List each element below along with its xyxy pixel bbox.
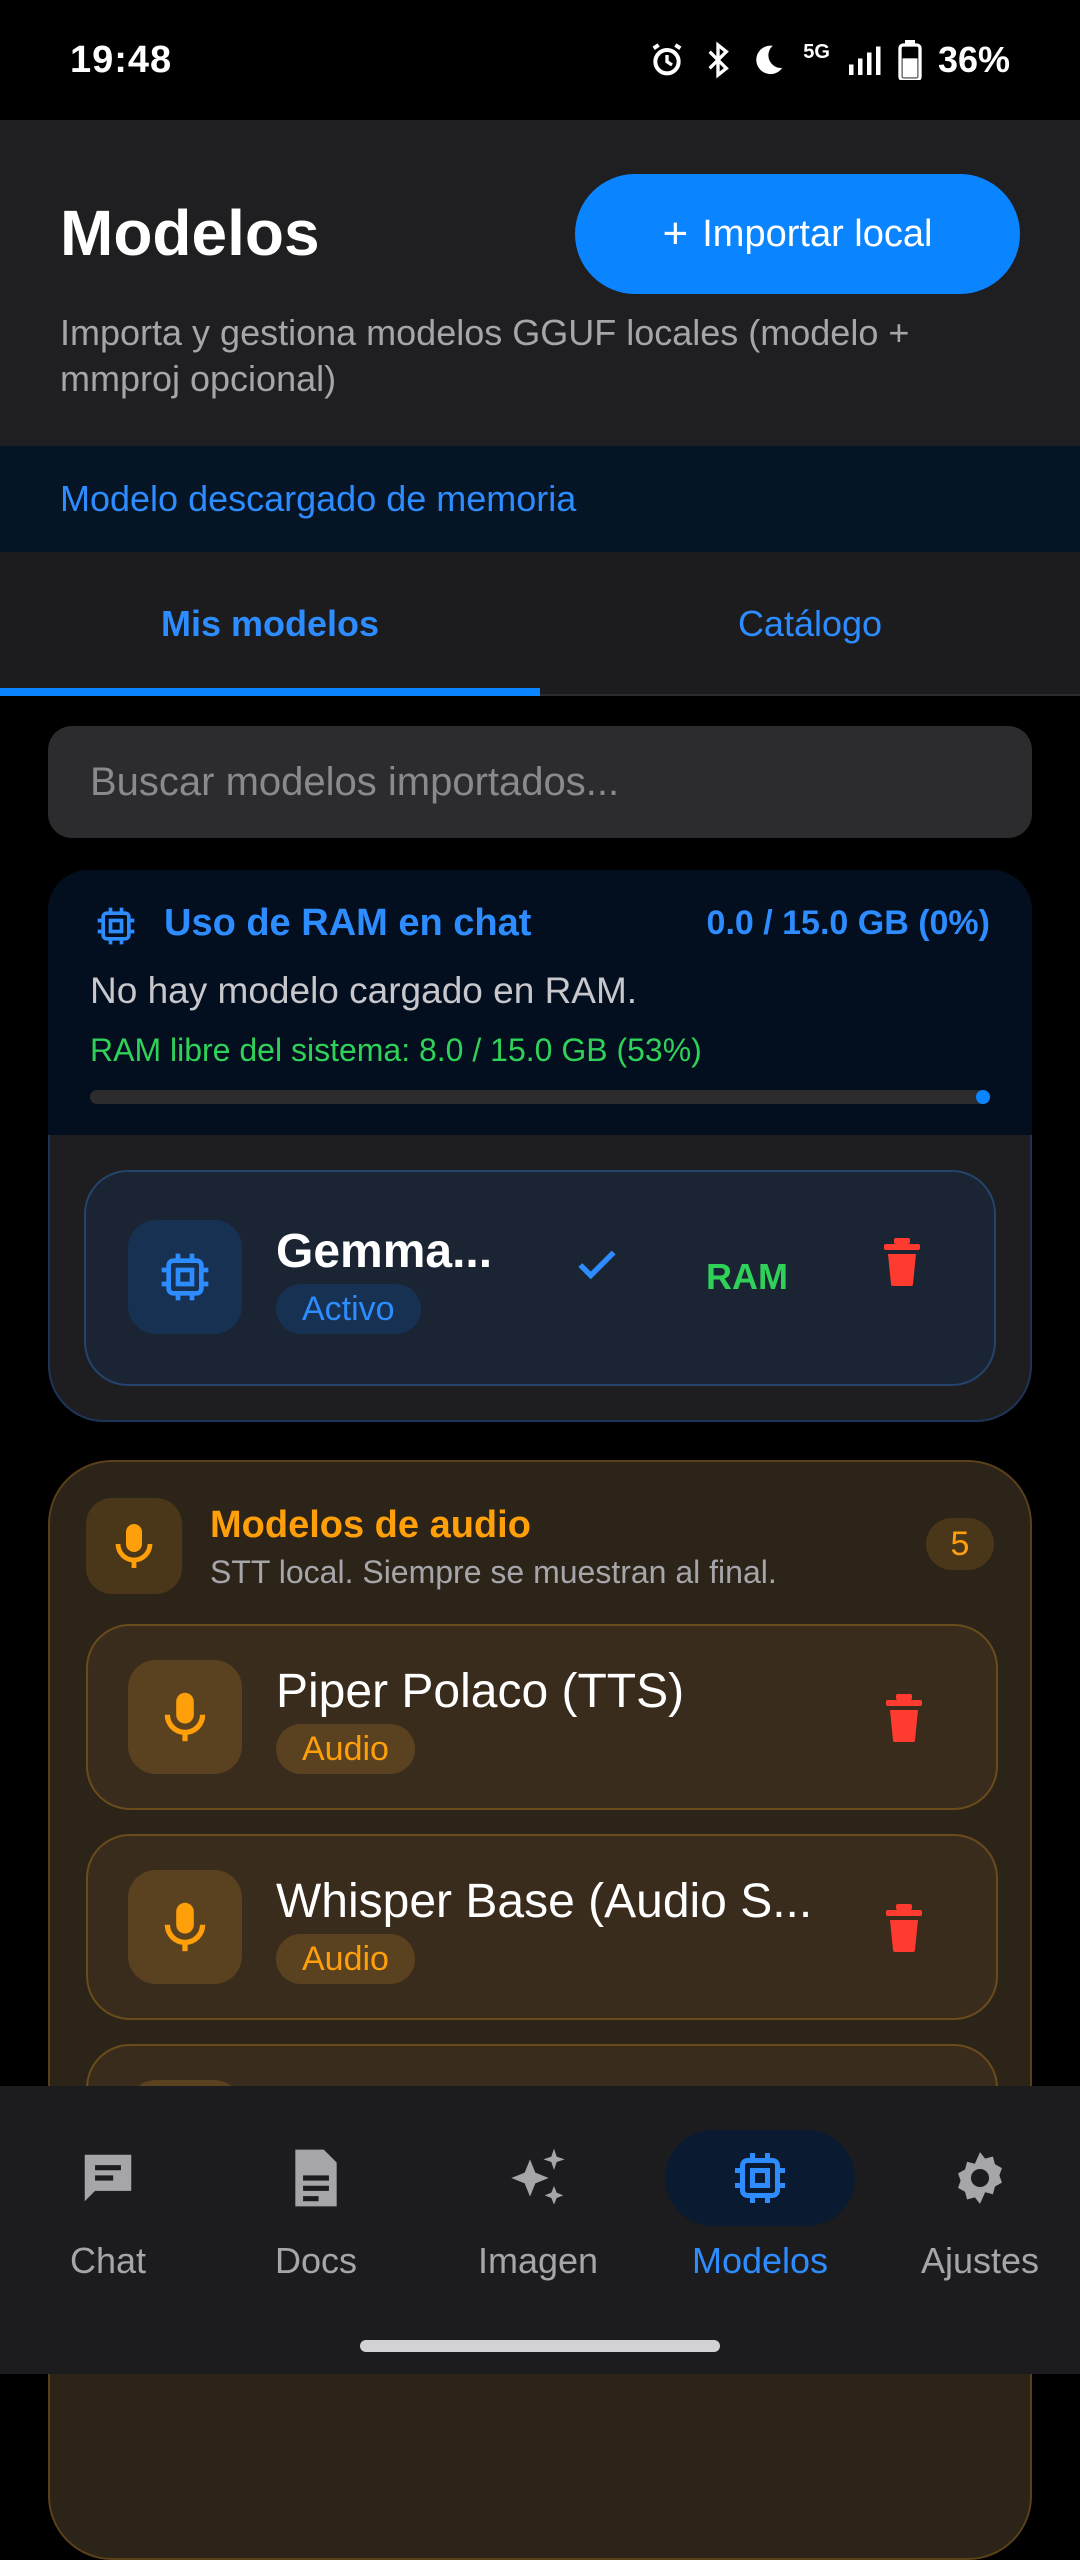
nav-modelos-label: Modelos [691, 2240, 829, 2281]
active-badge: Activo [276, 1284, 421, 1334]
page-subtitle: Importa y gestiona modelos GGUF locales … [60, 312, 910, 399]
ram-usage-bar-fill [976, 1090, 990, 1104]
nav-chat-label: Chat [69, 2240, 147, 2281]
chip-icon [161, 1253, 209, 1301]
active-tab-indicator [0, 688, 540, 696]
memory-notice: Modelo descargado de memoria [0, 446, 1080, 552]
tab-catalogo[interactable]: Catálogo [540, 552, 1080, 696]
model-card[interactable]: Gemma... Activo RAM [84, 1170, 996, 1386]
status-bar: 19:48 5G 36% [0, 0, 1080, 120]
model-location-ram: RAM [706, 1256, 788, 1297]
nav-chat[interactable]: Chat [0, 2130, 216, 2290]
system-ram-free: RAM libre del sistema: 8.0 / 15.0 GB (53… [90, 1032, 702, 1068]
plus-icon: + [662, 209, 689, 258]
model-name: Gemma... [276, 1225, 493, 1278]
home-indicator[interactable] [360, 2340, 720, 2352]
search-input[interactable]: Buscar modelos importados... [48, 726, 1032, 838]
battery-level: 36% [937, 39, 1010, 80]
nav-imagen-label: Imagen [477, 2240, 599, 2281]
status-time: 19:48 [70, 38, 173, 81]
gear-icon [958, 2152, 1002, 2204]
ram-usage-panel: Uso de RAM en chat 0.0 / 15.0 GB (0%) No… [48, 870, 1032, 1135]
bottom-navigation: Chat Docs Imagen Modelos Ajustes [0, 2086, 1080, 2374]
nav-ajustes-label: Ajustes [920, 2240, 1040, 2281]
search-placeholder: Buscar modelos importados... [90, 759, 620, 804]
audio-model-card[interactable]: Piper Polaco (TTS) Audio [86, 1624, 998, 1810]
page-title: Modelos [60, 197, 320, 269]
ram-usage-title: Uso de RAM en chat [164, 902, 532, 944]
microphone-icon [86, 1498, 182, 1594]
audio-section-title: Modelos de audio [210, 1504, 531, 1546]
audio-badge: Audio [276, 1724, 415, 1774]
audio-models-section: Modelos de audio STT local. Siempre se m… [48, 1460, 1032, 2560]
audio-model-name: Piper Polaco (TTS) [276, 1665, 685, 1718]
chat-icon [84, 2154, 132, 2202]
sparkle-icon [511, 2148, 565, 2205]
import-local-button[interactable]: + Importar local [575, 174, 1020, 294]
ram-status-text: No hay modelo cargado en RAM. [90, 970, 638, 1011]
chip-icon [97, 907, 135, 945]
check-icon[interactable] [572, 1240, 622, 1290]
delete-audio-model-button[interactable] [884, 1904, 924, 1952]
import-local-label: Importar local [702, 212, 933, 255]
nav-docs[interactable]: Docs [208, 2130, 424, 2290]
model-icon [128, 1220, 242, 1334]
tab-bar: Mis modelos Catálogo [0, 552, 1080, 696]
nav-docs-label: Docs [274, 2240, 358, 2281]
delete-audio-model-button[interactable] [884, 1694, 924, 1742]
ram-usage-bar [90, 1090, 990, 1104]
tab-mis-modelos[interactable]: Mis modelos [0, 552, 540, 696]
chip-icon [735, 2153, 785, 2203]
audio-section-subtitle: STT local. Siempre se muestran al final. [210, 1554, 777, 1590]
audio-model-name: Whisper Base (Audio S... [276, 1875, 813, 1928]
network-label: 5G [803, 41, 830, 63]
nav-ajustes[interactable]: Ajustes [872, 2130, 1080, 2290]
delete-model-button[interactable] [882, 1238, 922, 1286]
audio-badge: Audio [276, 1934, 415, 1984]
audio-model-card[interactable]: Whisper Base (Audio S... Audio [86, 1834, 998, 2020]
microphone-icon [128, 1660, 242, 1774]
moon-icon [756, 45, 783, 75]
status-icons: 5G 36% [647, 39, 1010, 81]
nav-imagen[interactable]: Imagen [430, 2130, 646, 2290]
nav-modelos[interactable]: Modelos [652, 2130, 868, 2290]
bluetooth-icon [708, 41, 730, 79]
battery-icon [898, 40, 922, 80]
microphone-icon [128, 1870, 242, 1984]
signal-icon [848, 46, 881, 75]
audio-count-badge: 5 [926, 1518, 994, 1570]
document-icon [295, 2149, 337, 2207]
page-header: Modelos + Importar local Importa y gesti… [0, 120, 1080, 446]
alarm-icon [652, 43, 682, 76]
ram-usage-value: 0.0 / 15.0 GB (0%) [706, 904, 990, 942]
